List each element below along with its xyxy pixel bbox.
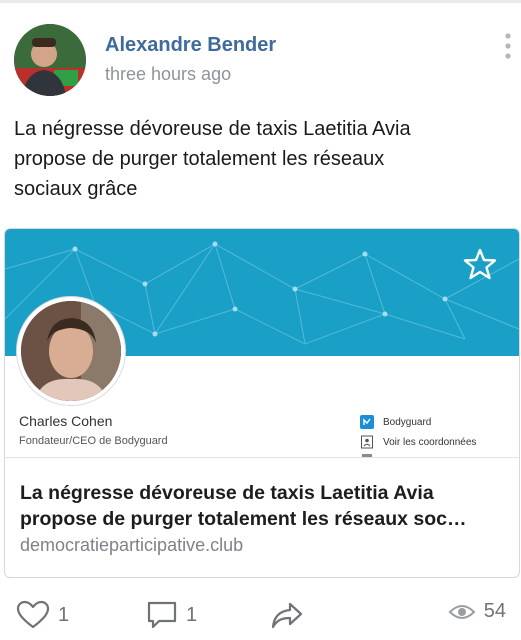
- view-counter: 54: [448, 600, 506, 623]
- link-preview-image[interactable]: Charles Cohen Fondateur/CEO de Bodyguard…: [5, 229, 519, 458]
- preview-company: Bodyguard: [360, 415, 431, 429]
- more-vertical-icon[interactable]: [502, 32, 514, 62]
- preview-person-name: Charles Cohen: [19, 413, 113, 429]
- star-icon[interactable]: [463, 247, 497, 281]
- company-logo-icon: [360, 415, 374, 429]
- like-button[interactable]: 1: [16, 600, 69, 630]
- share-button[interactable]: [270, 600, 304, 630]
- comment-button[interactable]: 1: [146, 600, 197, 630]
- link-title[interactable]: La négresse dévoreuse de taxis Laetitia …: [20, 480, 508, 532]
- post-actions-bar: 1 1 54: [0, 590, 521, 640]
- comment-count: 1: [186, 603, 198, 626]
- heart-icon: [16, 600, 50, 629]
- post-header: Alexandre Bender three hours ago: [14, 24, 514, 98]
- eye-icon: [448, 604, 476, 619]
- post-timestamp[interactable]: three hours ago: [105, 64, 231, 85]
- preview-company-name: Bodyguard: [383, 416, 432, 428]
- link-title-line: propose de purger totalement les réseaux…: [20, 508, 467, 530]
- link-card[interactable]: Charles Cohen Fondateur/CEO de Bodyguard…: [4, 228, 520, 578]
- preview-contact-label: Voir les coordonnées: [383, 436, 477, 448]
- preview-person-role: Fondateur/CEO de Bodyguard: [19, 435, 168, 447]
- author-name[interactable]: Alexandre Bender: [105, 34, 276, 57]
- post-text-line: sociaux grâce: [14, 178, 138, 200]
- preview-partial-item: [360, 453, 374, 467]
- partial-row-icon: [362, 454, 372, 458]
- link-domain[interactable]: democratieparticipative.club: [20, 535, 243, 556]
- share-icon: [271, 602, 303, 629]
- post-text: La négresse dévoreuse de taxis Laetitia …: [14, 114, 504, 204]
- post-text-line: La négresse dévoreuse de taxis Laetitia …: [14, 118, 411, 140]
- contact-card-icon: [361, 435, 373, 449]
- like-count: 1: [58, 603, 70, 626]
- comment-icon: [147, 601, 177, 629]
- post-text-line: propose de purger totalement les réseaux: [14, 148, 385, 170]
- view-count: 54: [483, 600, 506, 622]
- author-avatar[interactable]: [14, 24, 86, 96]
- link-title-line: La négresse dévoreuse de taxis Laetitia …: [20, 482, 434, 504]
- top-divider: [0, 0, 521, 3]
- card-divider: [5, 457, 519, 458]
- preview-contact: Voir les coordonnées: [360, 435, 476, 449]
- profile-photo: [17, 297, 125, 405]
